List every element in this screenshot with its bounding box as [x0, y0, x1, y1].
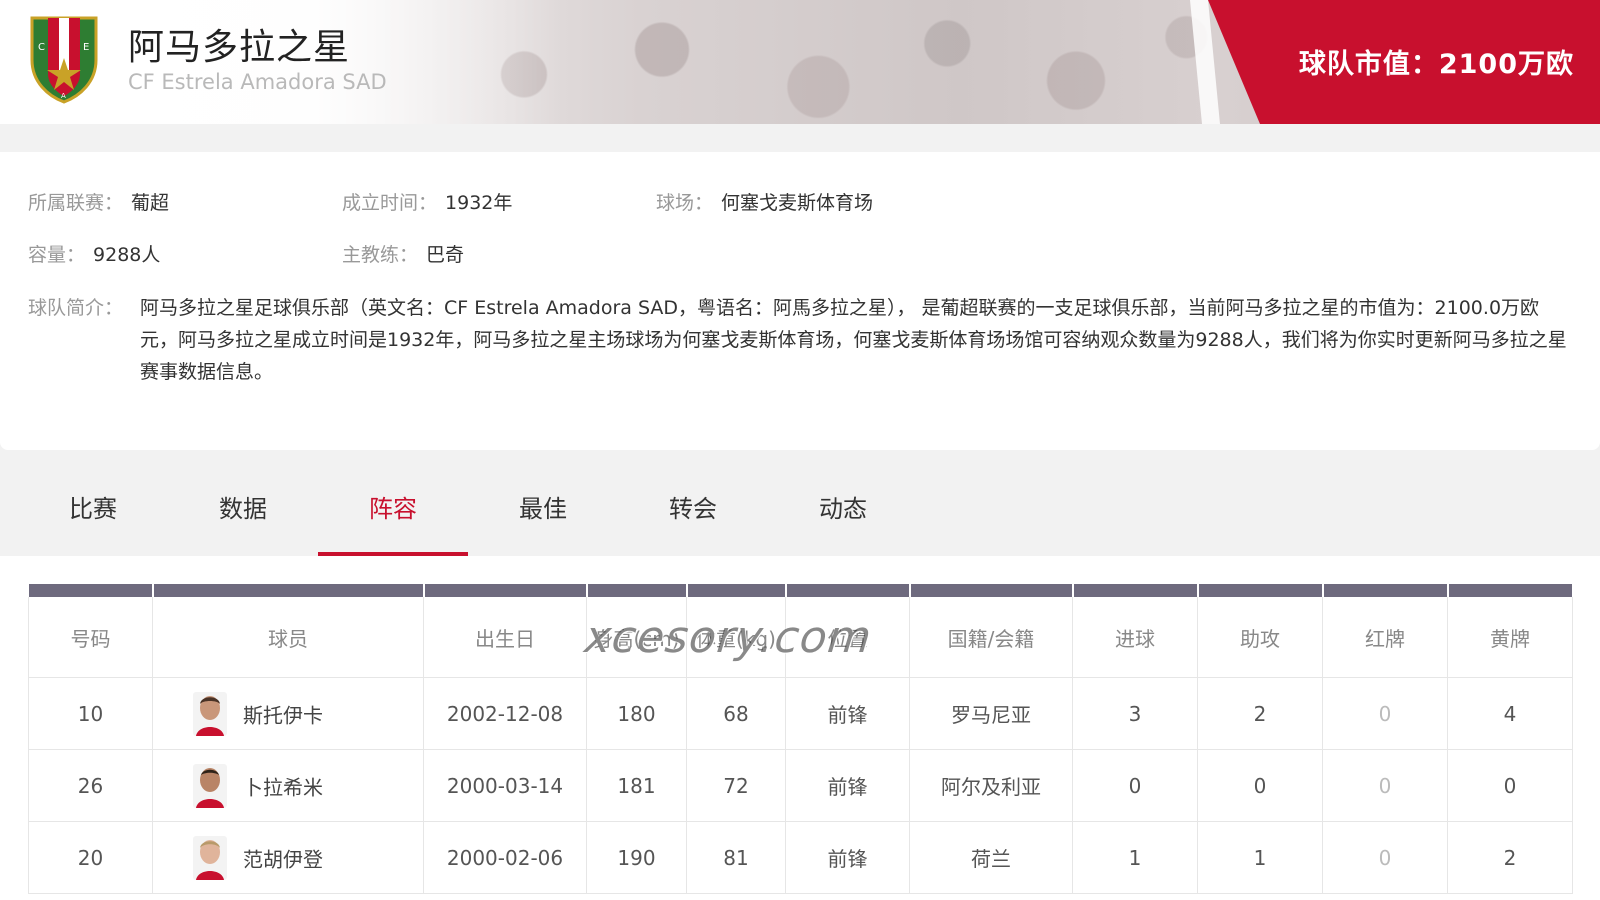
table-row[interactable]: 10 斯托伊卡 2002-12-08 180 68 前锋 罗马尼亚 3 2 0 [28, 677, 1573, 750]
team-intro-text: 阿马多拉之星足球俱乐部（英文名：CF Estrela Amadora SAD，粤… [140, 297, 1567, 383]
tab-squad[interactable]: 阵容 [318, 470, 468, 556]
tab-best[interactable]: 最佳 [468, 470, 618, 556]
player-assists: 2 [1197, 677, 1323, 750]
player-position: 前锋 [785, 821, 910, 894]
logo-letter-a: A [61, 92, 66, 100]
col-yellow-cards: 黄牌 [1447, 597, 1573, 678]
table-row[interactable]: 26 卜拉希米 2000-03-14 181 72 前锋 阿尔及利亚 0 0 0 [28, 749, 1573, 822]
player-avatar-icon [193, 763, 227, 808]
player-goals: 1 [1072, 821, 1198, 894]
player-birth: 2000-02-06 [423, 821, 587, 894]
player-red-cards: 0 [1322, 749, 1448, 822]
player-nationality: 罗马尼亚 [909, 677, 1073, 750]
player-red-cards: 0 [1322, 821, 1448, 894]
player-yellow-cards: 4 [1447, 677, 1573, 750]
player-yellow-cards: 2 [1447, 821, 1573, 894]
team-banner: C E A 阿马多拉之星 CF Estrela Amadora SAD 球队市值… [0, 0, 1600, 124]
info-capacity: 容量： 9288人 [28, 244, 161, 266]
team-info-card: 所属联赛： 葡超 成立时间： 1932年 球场： 何塞戈麦斯体育场 容量： 9288人 … [0, 152, 1600, 450]
table-header-row: 号码 球员 出生日 身高(cm) 体重(kg) 位置 国籍/会籍 进球 助攻 红… [28, 597, 1573, 678]
tab-transfers[interactable]: 转会 [618, 470, 768, 556]
col-height: 身高(cm) [586, 597, 687, 678]
player-cell[interactable]: 范胡伊登 [152, 821, 424, 894]
player-number: 10 [28, 677, 153, 750]
player-number: 20 [28, 821, 153, 894]
logo-letter-c: C [38, 42, 45, 53]
player-assists: 1 [1197, 821, 1323, 894]
player-weight: 72 [686, 749, 786, 822]
player-height: 190 [586, 821, 687, 894]
info-founded: 成立时间： 1932年 [342, 192, 513, 214]
player-cell[interactable]: 卜拉希米 [152, 749, 424, 822]
player-red-cards: 0 [1322, 677, 1448, 750]
player-nationality: 荷兰 [909, 821, 1073, 894]
player-height: 181 [586, 749, 687, 822]
player-goals: 0 [1072, 749, 1198, 822]
col-goals: 进球 [1072, 597, 1198, 678]
player-cell[interactable]: 斯托伊卡 [152, 677, 424, 750]
squad-table-section: 号码 球员 出生日 身高(cm) 体重(kg) 位置 国籍/会籍 进球 助攻 红… [0, 556, 1600, 900]
player-weight: 81 [686, 821, 786, 894]
col-birth: 出生日 [423, 597, 587, 678]
market-value-label: 球队市值：2100万欧 [1298, 49, 1574, 80]
coach-value: 巴奇 [426, 244, 465, 266]
player-weight: 68 [686, 677, 786, 750]
player-name[interactable]: 卜拉希米 [243, 775, 323, 799]
team-logo: C E A [30, 16, 98, 104]
founded-value: 1932年 [445, 192, 513, 214]
table-row[interactable]: 20 范胡伊登 2000-02-06 190 81 前锋 荷兰 1 1 0 2 [28, 821, 1573, 894]
player-assists: 0 [1197, 749, 1323, 822]
info-coach: 主教练： 巴奇 [342, 244, 465, 266]
player-avatar-icon [193, 691, 227, 736]
squad-table: 号码 球员 出生日 身高(cm) 体重(kg) 位置 国籍/会籍 进球 助攻 红… [28, 584, 1574, 894]
tab-matches[interactable]: 比赛 [18, 470, 168, 556]
info-league: 所属联赛： 葡超 [28, 192, 170, 214]
col-number: 号码 [28, 597, 153, 678]
player-nationality: 阿尔及利亚 [909, 749, 1073, 822]
player-number: 26 [28, 749, 153, 822]
league-value: 葡超 [131, 192, 170, 214]
col-player: 球员 [152, 597, 424, 678]
player-position: 前锋 [785, 677, 910, 750]
team-intro: 球队简介： 阿马多拉之星足球俱乐部（英文名：CF Estrela Amadora… [28, 292, 1568, 388]
team-name: 阿马多拉之星 [128, 27, 351, 68]
player-position: 前锋 [785, 749, 910, 822]
col-assists: 助攻 [1197, 597, 1323, 678]
info-stadium: 球场： 何塞戈麦斯体育场 [656, 192, 874, 214]
team-tabs: 比赛 数据 阵容 最佳 转会 动态 [0, 470, 1600, 556]
col-weight: 体重(kg) [686, 597, 786, 678]
player-goals: 3 [1072, 677, 1198, 750]
col-red-cards: 红牌 [1322, 597, 1448, 678]
market-value-panel: 球队市值：2100万欧 [1208, 0, 1600, 124]
col-nationality: 国籍/会籍 [909, 597, 1073, 678]
col-position: 位置 [785, 597, 910, 678]
tab-news[interactable]: 动态 [768, 470, 918, 556]
team-name-english: CF Estrela Amadora SAD [128, 70, 387, 94]
player-yellow-cards: 0 [1447, 749, 1573, 822]
player-name[interactable]: 斯托伊卡 [243, 703, 323, 727]
logo-letter-e: E [83, 42, 89, 53]
capacity-value: 9288人 [93, 244, 161, 266]
player-birth: 2002-12-08 [423, 677, 587, 750]
stadium-value: 何塞戈麦斯体育场 [721, 192, 874, 214]
player-birth: 2000-03-14 [423, 749, 587, 822]
tab-stats[interactable]: 数据 [168, 470, 318, 556]
player-height: 180 [586, 677, 687, 750]
player-name[interactable]: 范胡伊登 [243, 847, 323, 871]
player-avatar-icon [193, 835, 227, 880]
